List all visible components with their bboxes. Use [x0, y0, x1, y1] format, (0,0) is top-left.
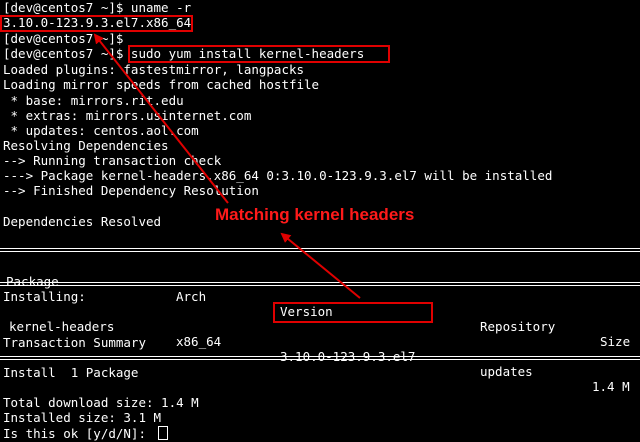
annotation-arrows [93, 33, 361, 299]
terminal-window[interactable]: [dev@centos7 ~]$ uname -r 3.10.0-123.9.3… [0, 0, 640, 442]
arrow-to-uname-output [93, 33, 229, 204]
arrow-to-package-version [280, 232, 361, 299]
